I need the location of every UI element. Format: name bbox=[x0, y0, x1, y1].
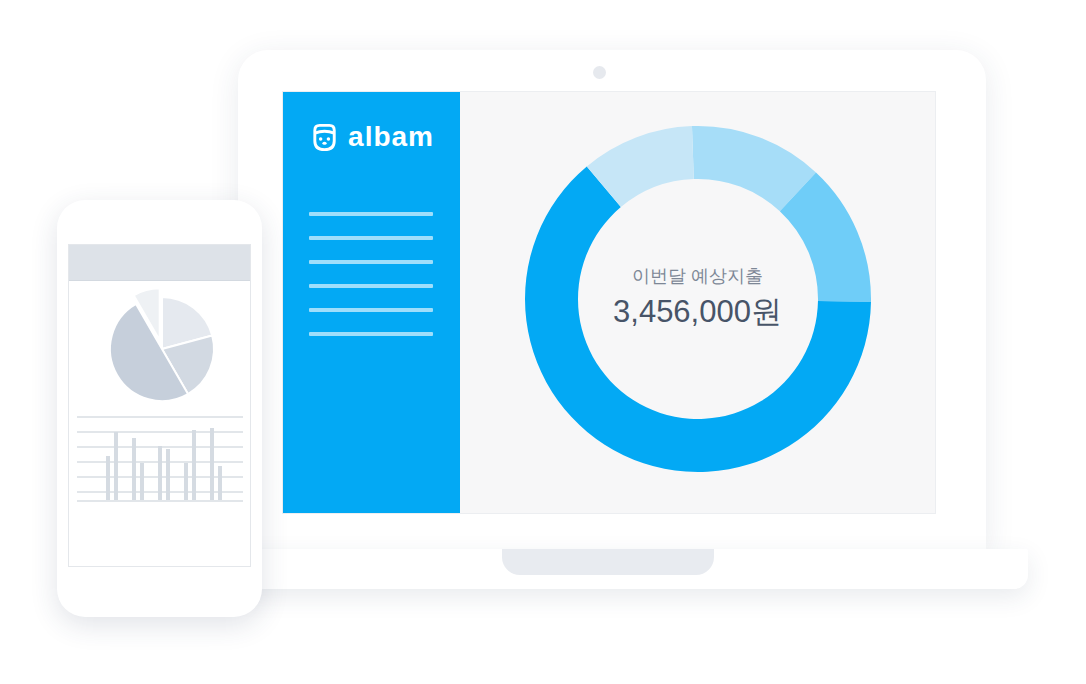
bar bbox=[184, 463, 188, 500]
laptop-base bbox=[232, 549, 1028, 589]
bar-group bbox=[132, 438, 144, 500]
menu-list bbox=[309, 212, 434, 336]
donut-center: 이번달 예상지출 3,456,000원 bbox=[523, 124, 873, 474]
bar-chart bbox=[77, 416, 243, 502]
menu-line[interactable] bbox=[309, 284, 433, 288]
bar bbox=[132, 438, 136, 500]
phone-screen bbox=[68, 244, 251, 567]
donut-chart: 이번달 예상지출 3,456,000원 bbox=[523, 124, 873, 474]
menu-line[interactable] bbox=[309, 332, 433, 336]
summary-amount: 3,456,000원 bbox=[613, 292, 782, 332]
main-panel: 이번달 예상지출 3,456,000원 bbox=[460, 92, 935, 513]
phone bbox=[57, 200, 262, 617]
laptop-screen: albam 이번달 예상지출 3,456,000원 bbox=[282, 91, 936, 514]
bar bbox=[158, 446, 162, 500]
logo-text: albam bbox=[348, 120, 434, 154]
illustration: albam 이번달 예상지출 3,456,000원 bbox=[0, 0, 1086, 684]
bar bbox=[106, 456, 110, 500]
bar-group bbox=[184, 430, 196, 500]
bar bbox=[218, 466, 222, 500]
donut-segment[interactable] bbox=[586, 126, 693, 207]
bar-group bbox=[106, 432, 118, 500]
pie-segment bbox=[133, 288, 159, 340]
bar bbox=[210, 428, 214, 500]
menu-line[interactable] bbox=[309, 236, 433, 240]
donut-segment[interactable] bbox=[779, 172, 870, 302]
menu-line[interactable] bbox=[309, 260, 433, 264]
app-logo[interactable]: albam bbox=[309, 120, 434, 154]
bar-group bbox=[158, 446, 170, 500]
face-icon bbox=[309, 121, 340, 153]
bar bbox=[192, 430, 196, 500]
phone-header bbox=[69, 245, 250, 281]
bar bbox=[114, 432, 118, 500]
donut-segment[interactable] bbox=[525, 166, 871, 472]
camera-icon bbox=[593, 66, 606, 79]
pie-chart bbox=[100, 287, 220, 407]
bar-group bbox=[210, 428, 222, 500]
menu-line[interactable] bbox=[309, 308, 433, 312]
bar bbox=[140, 463, 144, 500]
summary-label: 이번달 예상지출 bbox=[632, 265, 763, 288]
menu-line[interactable] bbox=[309, 212, 433, 216]
laptop-bezel: albam 이번달 예상지출 3,456,000원 bbox=[238, 50, 986, 550]
laptop: albam 이번달 예상지출 3,456,000원 bbox=[232, 50, 1028, 589]
laptop-notch bbox=[502, 549, 714, 575]
bar bbox=[166, 449, 170, 500]
sidebar: albam bbox=[283, 92, 460, 513]
